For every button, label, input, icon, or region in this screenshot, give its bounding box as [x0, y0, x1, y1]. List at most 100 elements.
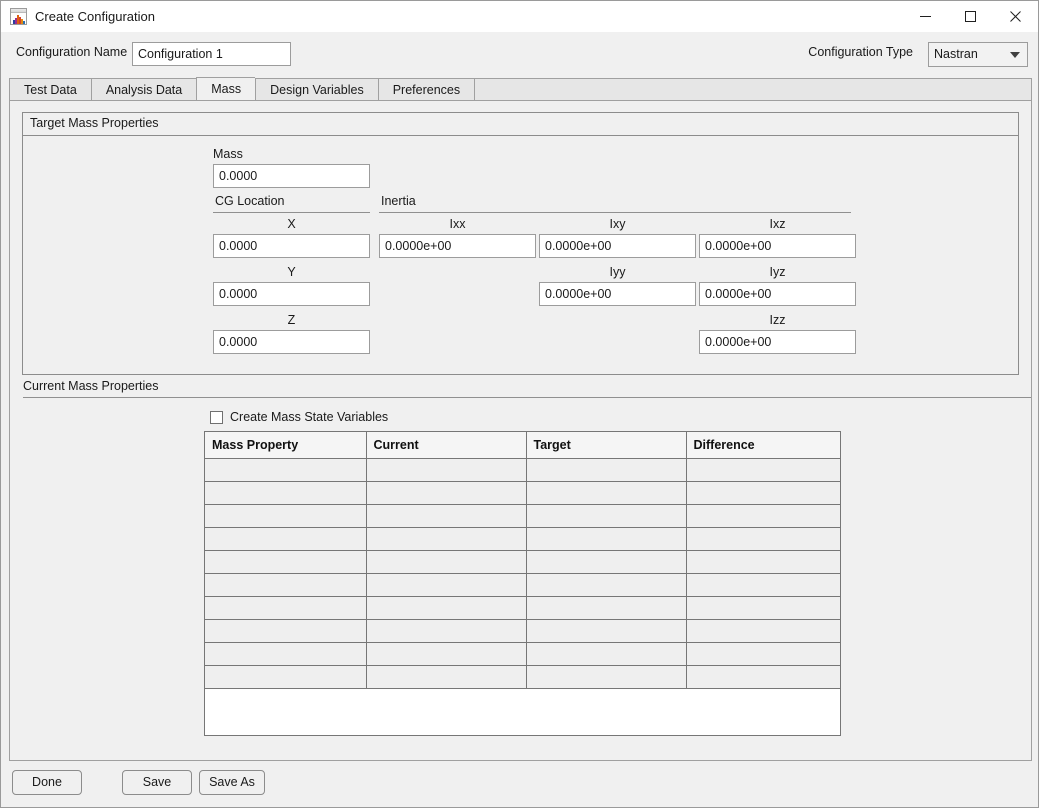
save-as-button[interactable]: Save As — [199, 770, 265, 795]
table-cell[interactable] — [366, 665, 527, 689]
mass-input[interactable]: 0.0000 — [213, 164, 370, 188]
cg-z-input[interactable]: 0.0000 — [213, 330, 370, 354]
table-cell[interactable] — [205, 665, 367, 689]
table-cell[interactable] — [526, 504, 687, 528]
table-cell[interactable] — [205, 504, 367, 528]
table-cell[interactable] — [205, 573, 367, 597]
table-cell[interactable] — [686, 619, 840, 643]
inertia-underline — [379, 212, 851, 213]
table-cell[interactable] — [205, 458, 367, 482]
table-cell[interactable] — [366, 527, 527, 551]
table-row[interactable] — [205, 596, 840, 620]
table-cell[interactable] — [205, 550, 367, 574]
table-row[interactable] — [205, 642, 840, 666]
table-cell[interactable] — [205, 527, 367, 551]
done-button[interactable]: Done — [12, 770, 82, 795]
table-cell[interactable] — [205, 642, 367, 666]
table-row[interactable] — [205, 665, 840, 689]
cg-location-section-label: CG Location — [215, 194, 285, 208]
create-mass-state-variables-checkbox[interactable]: Create Mass State Variables — [210, 410, 388, 424]
table-cell[interactable] — [205, 619, 367, 643]
table-cell[interactable] — [526, 550, 687, 574]
iyy-input[interactable]: 0.0000e+00 — [539, 282, 696, 306]
table-row[interactable] — [205, 458, 840, 482]
mass-properties-table[interactable]: Mass Property Current Target Difference — [204, 431, 841, 736]
checkbox-icon[interactable] — [210, 410, 223, 424]
cg-y-input[interactable]: 0.0000 — [213, 282, 370, 306]
table-row[interactable] — [205, 573, 840, 597]
configuration-type-dropdown[interactable]: Nastran — [928, 42, 1028, 67]
current-mass-properties-title: Current Mass Properties — [23, 379, 159, 393]
tab-test-data[interactable]: Test Data — [9, 78, 91, 101]
configuration-name-input[interactable]: Configuration 1 — [132, 42, 291, 66]
tab-preferences[interactable]: Preferences — [377, 78, 475, 101]
table-cell[interactable] — [686, 550, 840, 574]
table-cell[interactable] — [366, 481, 527, 505]
window-controls — [903, 1, 1038, 32]
configuration-type-label: Configuration Type — [808, 45, 913, 59]
mass-label: Mass — [213, 147, 243, 161]
table-cell[interactable] — [366, 573, 527, 597]
target-mass-properties-divider — [23, 135, 1018, 136]
maximize-icon[interactable] — [948, 1, 993, 32]
ixx-label: Ixx — [449, 217, 466, 231]
tab-analysis-data[interactable]: Analysis Data — [90, 78, 197, 101]
column-header-current[interactable]: Current — [366, 432, 527, 459]
create-configuration-window: Create Configuration Configuration Name … — [0, 0, 1039, 808]
table-cell[interactable] — [686, 481, 840, 505]
table-cell[interactable] — [686, 504, 840, 528]
table-cell[interactable] — [366, 458, 527, 482]
chevron-down-icon — [1010, 52, 1020, 58]
izz-label: Izz — [769, 313, 786, 327]
table-row[interactable] — [205, 619, 840, 643]
table-cell[interactable] — [526, 527, 687, 551]
tab-design-variables[interactable]: Design Variables — [255, 78, 378, 101]
table-cell[interactable] — [526, 665, 687, 689]
table-row[interactable] — [205, 527, 840, 551]
table-cell[interactable] — [205, 481, 367, 505]
table-cell[interactable] — [686, 527, 840, 551]
izz-input[interactable]: 0.0000e+00 — [699, 330, 856, 354]
table-cell[interactable] — [526, 481, 687, 505]
table-cell[interactable] — [686, 642, 840, 666]
iyz-input[interactable]: 0.0000e+00 — [699, 282, 856, 306]
close-icon[interactable] — [993, 1, 1038, 32]
table-cell[interactable] — [526, 596, 687, 620]
cg-x-input[interactable]: 0.0000 — [213, 234, 370, 258]
configuration-name-label: Configuration Name — [16, 45, 128, 59]
column-header-target[interactable]: Target — [526, 432, 687, 459]
mass-tab-panel: Target Mass Properties Mass 0.0000 CG Lo… — [9, 100, 1032, 761]
table-cell[interactable] — [526, 573, 687, 597]
table-row[interactable] — [205, 504, 840, 528]
column-header-mass-property[interactable]: Mass Property — [205, 432, 367, 459]
save-button[interactable]: Save — [122, 770, 192, 795]
tab-strip: Test Data Analysis Data Mass Design Vari… — [9, 77, 1032, 101]
ixz-label: Ixz — [769, 217, 786, 231]
minimize-icon[interactable] — [903, 1, 948, 32]
cg-x-label: X — [287, 217, 296, 231]
table-row[interactable] — [205, 481, 840, 505]
matlab-app-icon — [10, 8, 27, 25]
table-cell[interactable] — [366, 596, 527, 620]
table-cell[interactable] — [366, 550, 527, 574]
create-mass-state-variables-label: Create Mass State Variables — [230, 410, 389, 424]
table-cell[interactable] — [686, 596, 840, 620]
ixz-input[interactable]: 0.0000e+00 — [699, 234, 856, 258]
column-header-difference[interactable]: Difference — [686, 432, 840, 459]
table-cell[interactable] — [526, 619, 687, 643]
table-cell[interactable] — [686, 665, 840, 689]
table-cell[interactable] — [205, 596, 367, 620]
tab-mass[interactable]: Mass — [196, 77, 256, 101]
table-cell[interactable] — [526, 458, 687, 482]
table-row[interactable] — [205, 550, 840, 574]
ixy-input[interactable]: 0.0000e+00 — [539, 234, 696, 258]
title-bar: Create Configuration — [1, 1, 1038, 32]
table-cell[interactable] — [526, 642, 687, 666]
table-body — [205, 458, 840, 689]
ixx-input[interactable]: 0.0000e+00 — [379, 234, 536, 258]
table-cell[interactable] — [366, 504, 527, 528]
table-cell[interactable] — [366, 619, 527, 643]
table-cell[interactable] — [686, 458, 840, 482]
table-cell[interactable] — [686, 573, 840, 597]
table-cell[interactable] — [366, 642, 527, 666]
